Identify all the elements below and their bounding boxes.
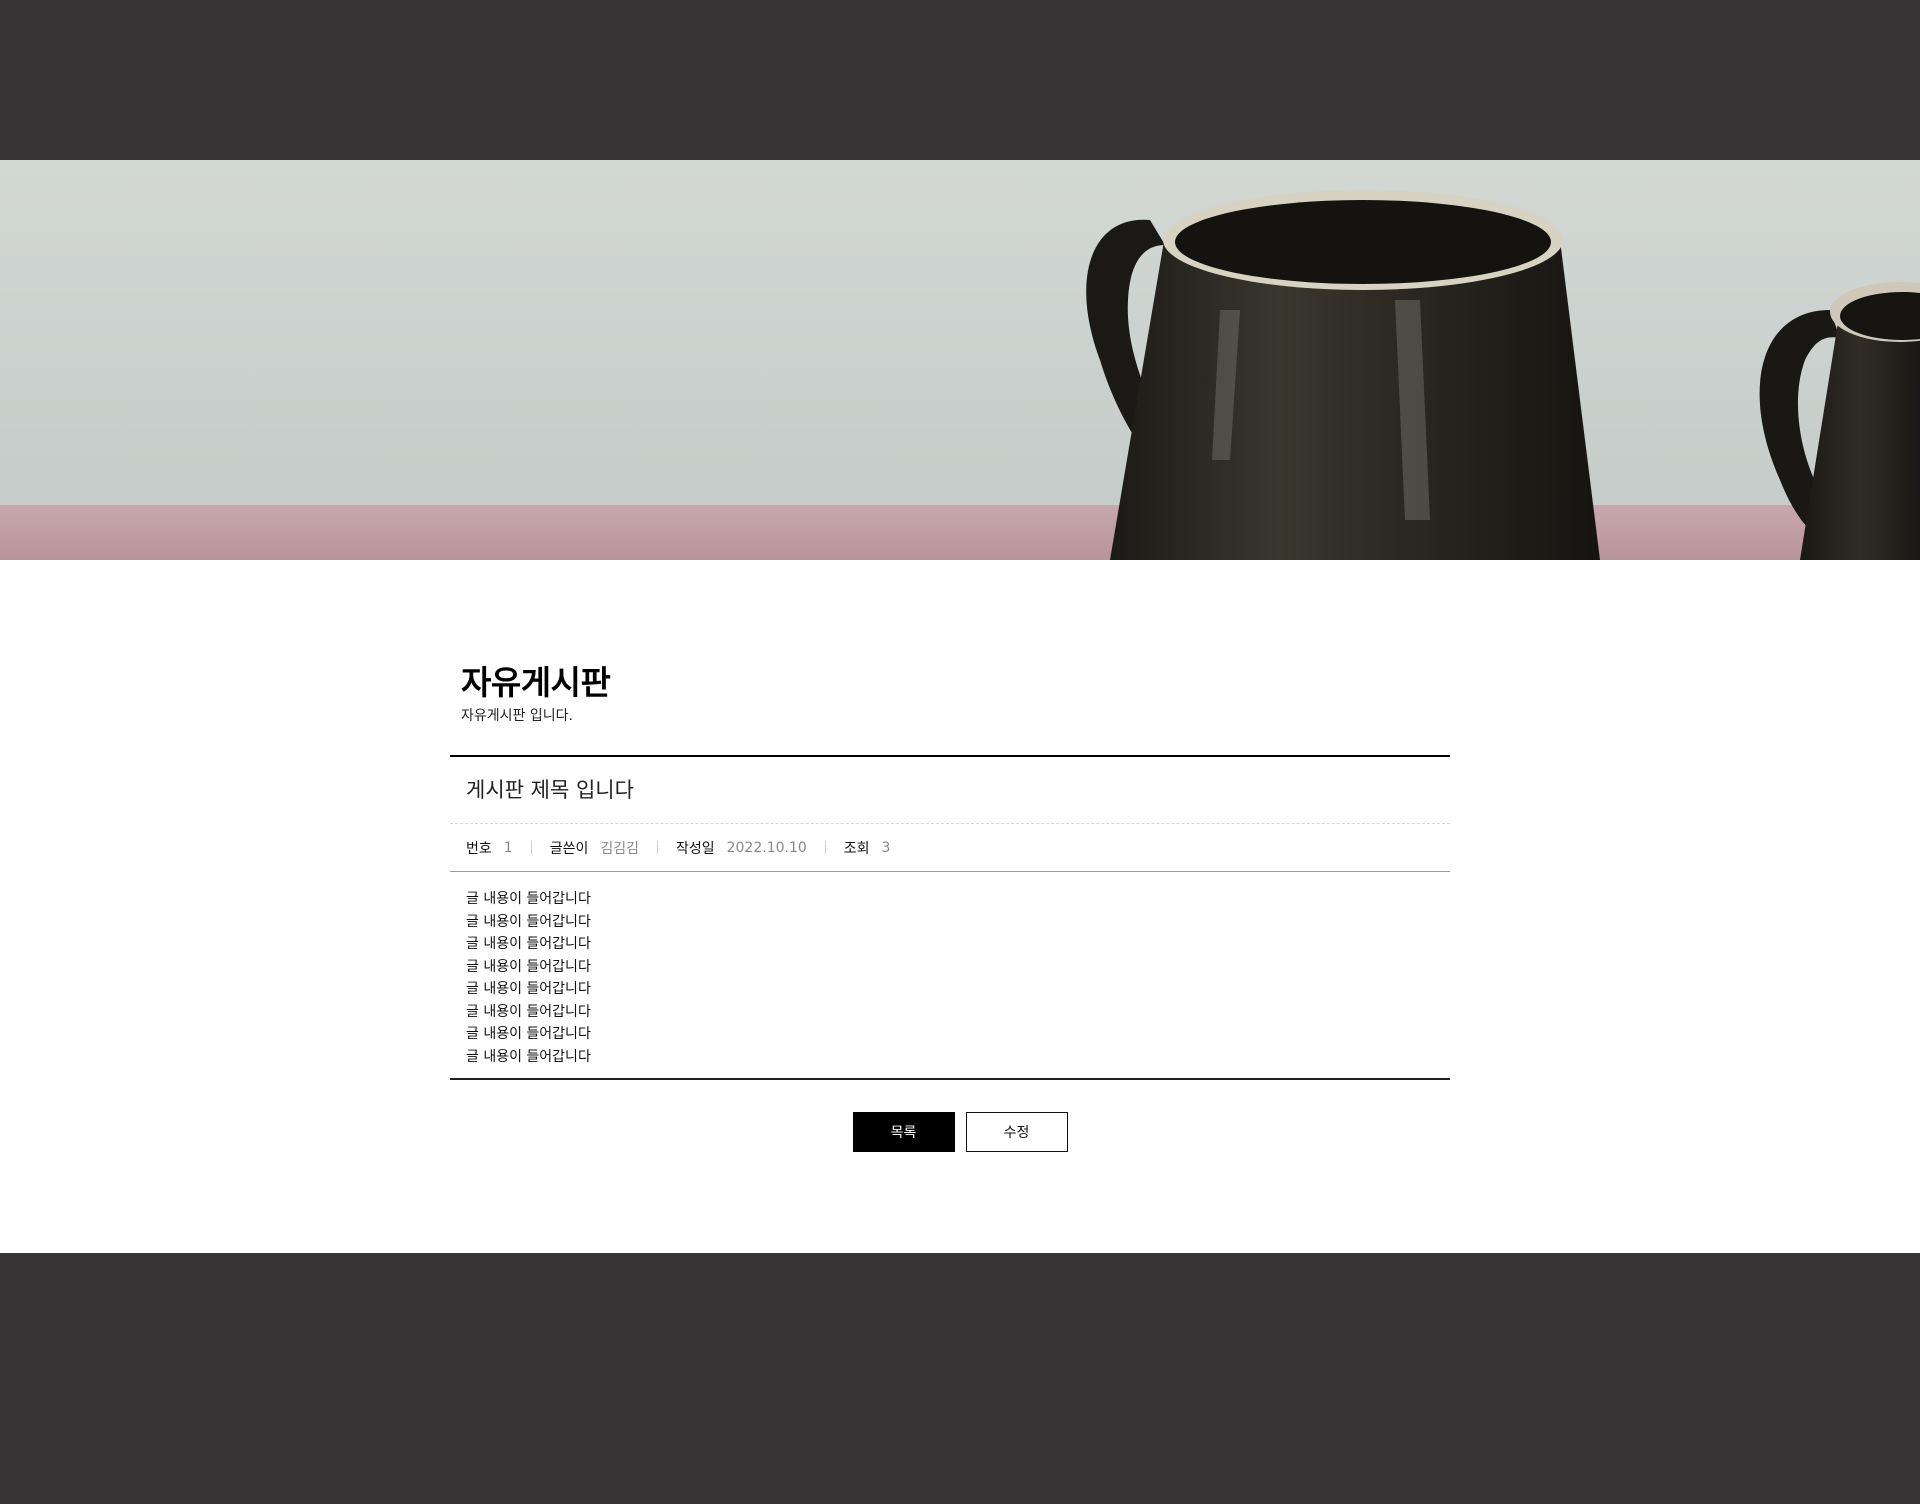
info-number: 번호 1 — [466, 838, 513, 858]
board-subtitle: 자유게시판 입니다. — [461, 708, 573, 724]
post-body-line: 글 내용이 들어갑니다 — [466, 1003, 591, 1020]
info-divider — [656, 841, 658, 854]
info-author-value: 김김김 — [600, 840, 639, 857]
list-button[interactable]: 목록 — [852, 1112, 955, 1152]
content-area: 자유게시판 자유게시판 입니다. 게시판 제목 입니다 번호 1 글쓴이 김김김… — [0, 560, 1920, 1253]
post-body-line: 글 내용이 들어갑니다 — [466, 913, 591, 930]
info-views-value: 3 — [881, 839, 891, 856]
info-number-label: 번호 — [466, 840, 492, 857]
board-title: 자유게시판 — [461, 663, 611, 702]
post-view: 게시판 제목 입니다 번호 1 글쓴이 김김김 작성일 2022.10.10 조… — [450, 755, 1450, 1080]
post-body-line: 글 내용이 들어갑니다 — [466, 958, 591, 975]
info-author: 글쓴이 김김김 — [550, 838, 639, 858]
header-bar — [0, 0, 1920, 160]
hero-banner-image — [0, 160, 1920, 560]
post-info: 번호 1 글쓴이 김김김 작성일 2022.10.10 조회 3 — [450, 824, 1450, 872]
info-date-label: 작성일 — [675, 840, 715, 857]
info-date-value: 2022.10.10 — [726, 839, 807, 856]
edit-button[interactable]: 수정 — [965, 1112, 1068, 1152]
post-title: 게시판 제목 입니다 — [450, 757, 1450, 824]
info-number-value: 1 — [503, 839, 513, 856]
footer-bar — [0, 1253, 1920, 1504]
post-body-line: 글 내용이 들어갑니다 — [466, 936, 591, 952]
info-views-label: 조회 — [843, 840, 870, 857]
post-body-line: 글 내용이 들어갑니다 — [466, 981, 591, 997]
post-body-line: 글 내용이 들어갑니다 — [466, 1048, 591, 1065]
post-body-line: 글 내용이 들어갑니다 — [466, 1026, 591, 1042]
info-views: 조회 3 — [844, 838, 891, 858]
info-divider — [824, 841, 826, 854]
board-header: 자유게시판 자유게시판 입니다. — [461, 663, 1461, 725]
post-body: 글 내용이 들어갑니다 글 내용이 들어갑니다 글 내용이 들어갑니다 글 내용… — [450, 872, 1450, 1080]
info-author-label: 글쓴이 — [549, 840, 589, 857]
info-divider — [530, 841, 532, 854]
post-body-line: 글 내용이 들어갑니다 — [466, 891, 591, 907]
info-date: 작성일 2022.10.10 — [676, 838, 807, 858]
post-actions: 목록 수정 — [0, 1112, 1920, 1152]
